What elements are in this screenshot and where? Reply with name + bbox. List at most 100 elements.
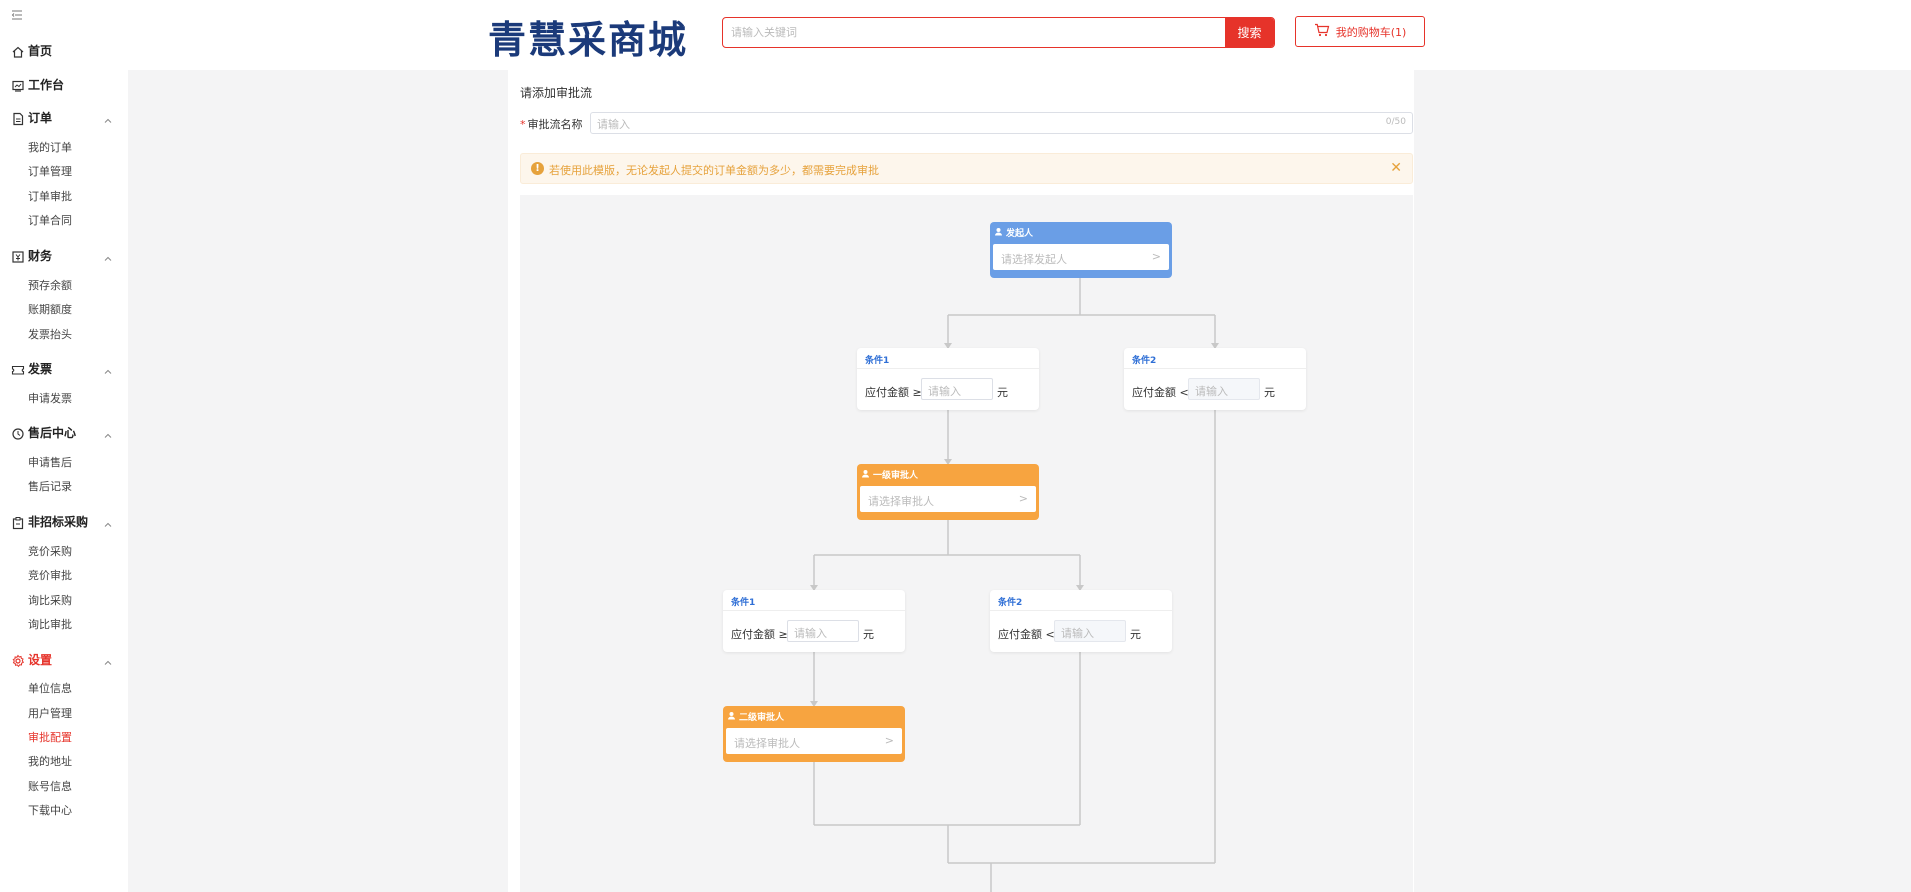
sidebar-group-label: 财务 [28,249,53,263]
divider [1124,368,1306,369]
approver-node-level2: 二级审批人 请选择审批人 > [723,706,905,762]
condition-title: 条件2 [1132,356,1157,366]
condition-title: 条件2 [998,598,1023,608]
sidebar-group-finance[interactable]: 财务 [0,245,128,267]
condition-card-level2-1: 条件1 应付金额 ≥ 请输入 元 [723,590,905,652]
sidebar: 首页 工作台 订单 我的订单 订单管理 订单审批 订单合同 财务 预存余额 账期… [0,0,128,892]
sidebar-group-label: 设置 [28,653,53,667]
sidebar-group-after-sales[interactable]: 售后中心 [0,422,128,444]
select-placeholder: 请选择审批人 [868,495,934,508]
amount-input[interactable]: 请输入 [787,620,859,642]
select-initiator[interactable]: 请选择发起人 > [993,244,1169,270]
divider [990,610,1172,611]
unit-label: 元 [997,386,1008,399]
workbench-icon [11,78,25,92]
unit-label: 元 [1264,386,1275,399]
chevron-up-icon [103,362,113,374]
sidebar-item-apply-after-sales[interactable]: 申请售后 [28,456,72,470]
sidebar-item-user-management[interactable]: 用户管理 [28,707,72,721]
sidebar-item-prepaid-balance[interactable]: 预存余额 [28,279,72,293]
sidebar-item-my-orders[interactable]: 我的订单 [28,141,72,155]
close-icon[interactable]: ✕ [1390,160,1402,176]
sidebar-group-home[interactable]: 首页 [0,40,128,62]
approval-flow-editor: 请添加审批流 *审批流名称 0/50 ! 若使用此模版，无论发起人提交的订单金额… [508,70,1414,892]
order-icon [11,111,25,126]
page-title: 请添加审批流 [520,86,593,100]
condition-label: 应付金额 ≥ [731,628,788,641]
sidebar-item-inquiry-procurement[interactable]: 询比采购 [28,594,72,608]
condition-card-level2-2: 条件2 应付金额 < 请输入 元 [990,590,1172,652]
amount-input-disabled: 请输入 [1188,378,1260,400]
sidebar-item-apply-invoice[interactable]: 申请发票 [28,392,72,406]
unit-label: 元 [1130,628,1141,641]
finance-icon [11,249,25,263]
condition-card-level1-2: 条件2 应付金额 < 请输入 元 [1124,348,1306,410]
sidebar-item-bidding-procurement[interactable]: 竞价采购 [28,545,72,559]
chevron-right-icon: > [1151,250,1161,263]
sidebar-item-account-info[interactable]: 账号信息 [28,780,72,794]
sidebar-item-invoice-title[interactable]: 发票抬头 [28,328,72,342]
sidebar-item-credit-limit[interactable]: 账期额度 [28,303,72,317]
divider [857,368,1039,369]
sidebar-item-bidding-approval[interactable]: 竞价审批 [28,569,72,583]
sidebar-item-order-contract[interactable]: 订单合同 [28,214,72,228]
sidebar-group-label: 非招标采购 [28,515,89,529]
sidebar-item-unit-info[interactable]: 单位信息 [28,682,72,696]
sidebar-group-order[interactable]: 订单 [0,107,128,129]
select-approver[interactable]: 请选择审批人 > [860,486,1036,512]
condition-title: 条件1 [865,356,890,366]
sidebar-group-workbench[interactable]: 工作台 [0,74,128,96]
sidebar-group-settings[interactable]: 设置 [0,649,128,671]
cart-icon [1314,23,1330,40]
user-icon [861,469,870,481]
sidebar-item-order-management[interactable]: 订单管理 [28,165,72,179]
initiator-node-title: 发起人 [994,226,1033,239]
search-input[interactable] [723,18,1226,47]
cart-button[interactable]: 我的购物车(1) [1295,16,1425,47]
procurement-icon [11,515,25,530]
invoice-icon [11,362,25,376]
sidebar-item-my-address[interactable]: 我的地址 [28,755,72,769]
chevron-up-icon [103,426,113,438]
select-approver[interactable]: 请选择审批人 > [726,728,902,754]
chevron-up-icon [103,653,113,665]
condition-card-level1-1: 条件1 应付金额 ≥ 请输入 元 [857,348,1039,410]
amount-input[interactable]: 请输入 [921,378,993,400]
sidebar-item-download-center[interactable]: 下载中心 [28,804,72,818]
sidebar-group-procurement[interactable]: 非招标采购 [0,511,128,533]
chevron-up-icon [103,111,113,123]
sidebar-group-label: 订单 [28,111,53,125]
flow-canvas: 发起人 请选择发起人 > 条件1 应付金额 ≥ 请输入 元 条件2 应付金额 <… [520,195,1413,892]
condition-label: 应付金额 ≥ [865,386,922,399]
approver-node-level1: 一级审批人 请选择审批人 > [857,464,1039,520]
user-icon [994,227,1003,239]
flow-name-input[interactable] [591,114,1412,135]
amount-input-disabled: 请输入 [1054,620,1126,642]
sidebar-item-inquiry-approval[interactable]: 询比审批 [28,618,72,632]
sidebar-item-order-approval[interactable]: 订单审批 [28,190,72,204]
chevron-up-icon [103,515,113,527]
chevron-up-icon [103,249,113,261]
chevron-right-icon: > [884,734,894,747]
site-logo[interactable]: 青慧采商城 [488,18,688,62]
sidebar-item-approval-config[interactable]: 审批配置 [28,731,72,745]
menu-collapse-icon[interactable] [10,8,24,22]
settings-icon [11,653,25,668]
approver-node-title: 二级审批人 [727,710,784,723]
after-sales-icon [11,426,25,440]
search-bar: 搜索 [722,17,1275,48]
sidebar-item-after-sales-records[interactable]: 售后记录 [28,480,72,494]
flow-name-label: * 审批流名称 [520,118,583,131]
approver-node-title: 一级审批人 [861,468,918,481]
condition-label: 应付金额 < [998,628,1055,641]
user-icon [727,711,736,723]
flow-connectors [810,278,1219,892]
select-placeholder: 请选择审批人 [734,737,800,750]
cart-label: 我的购物车(1) [1335,25,1407,39]
search-button[interactable]: 搜索 [1225,18,1274,47]
sidebar-group-invoice[interactable]: 发票 [0,358,128,380]
flow-name-field: 0/50 [590,112,1413,135]
divider [723,610,905,611]
sidebar-group-label: 工作台 [28,78,65,92]
sidebar-group-label: 发票 [28,362,53,376]
